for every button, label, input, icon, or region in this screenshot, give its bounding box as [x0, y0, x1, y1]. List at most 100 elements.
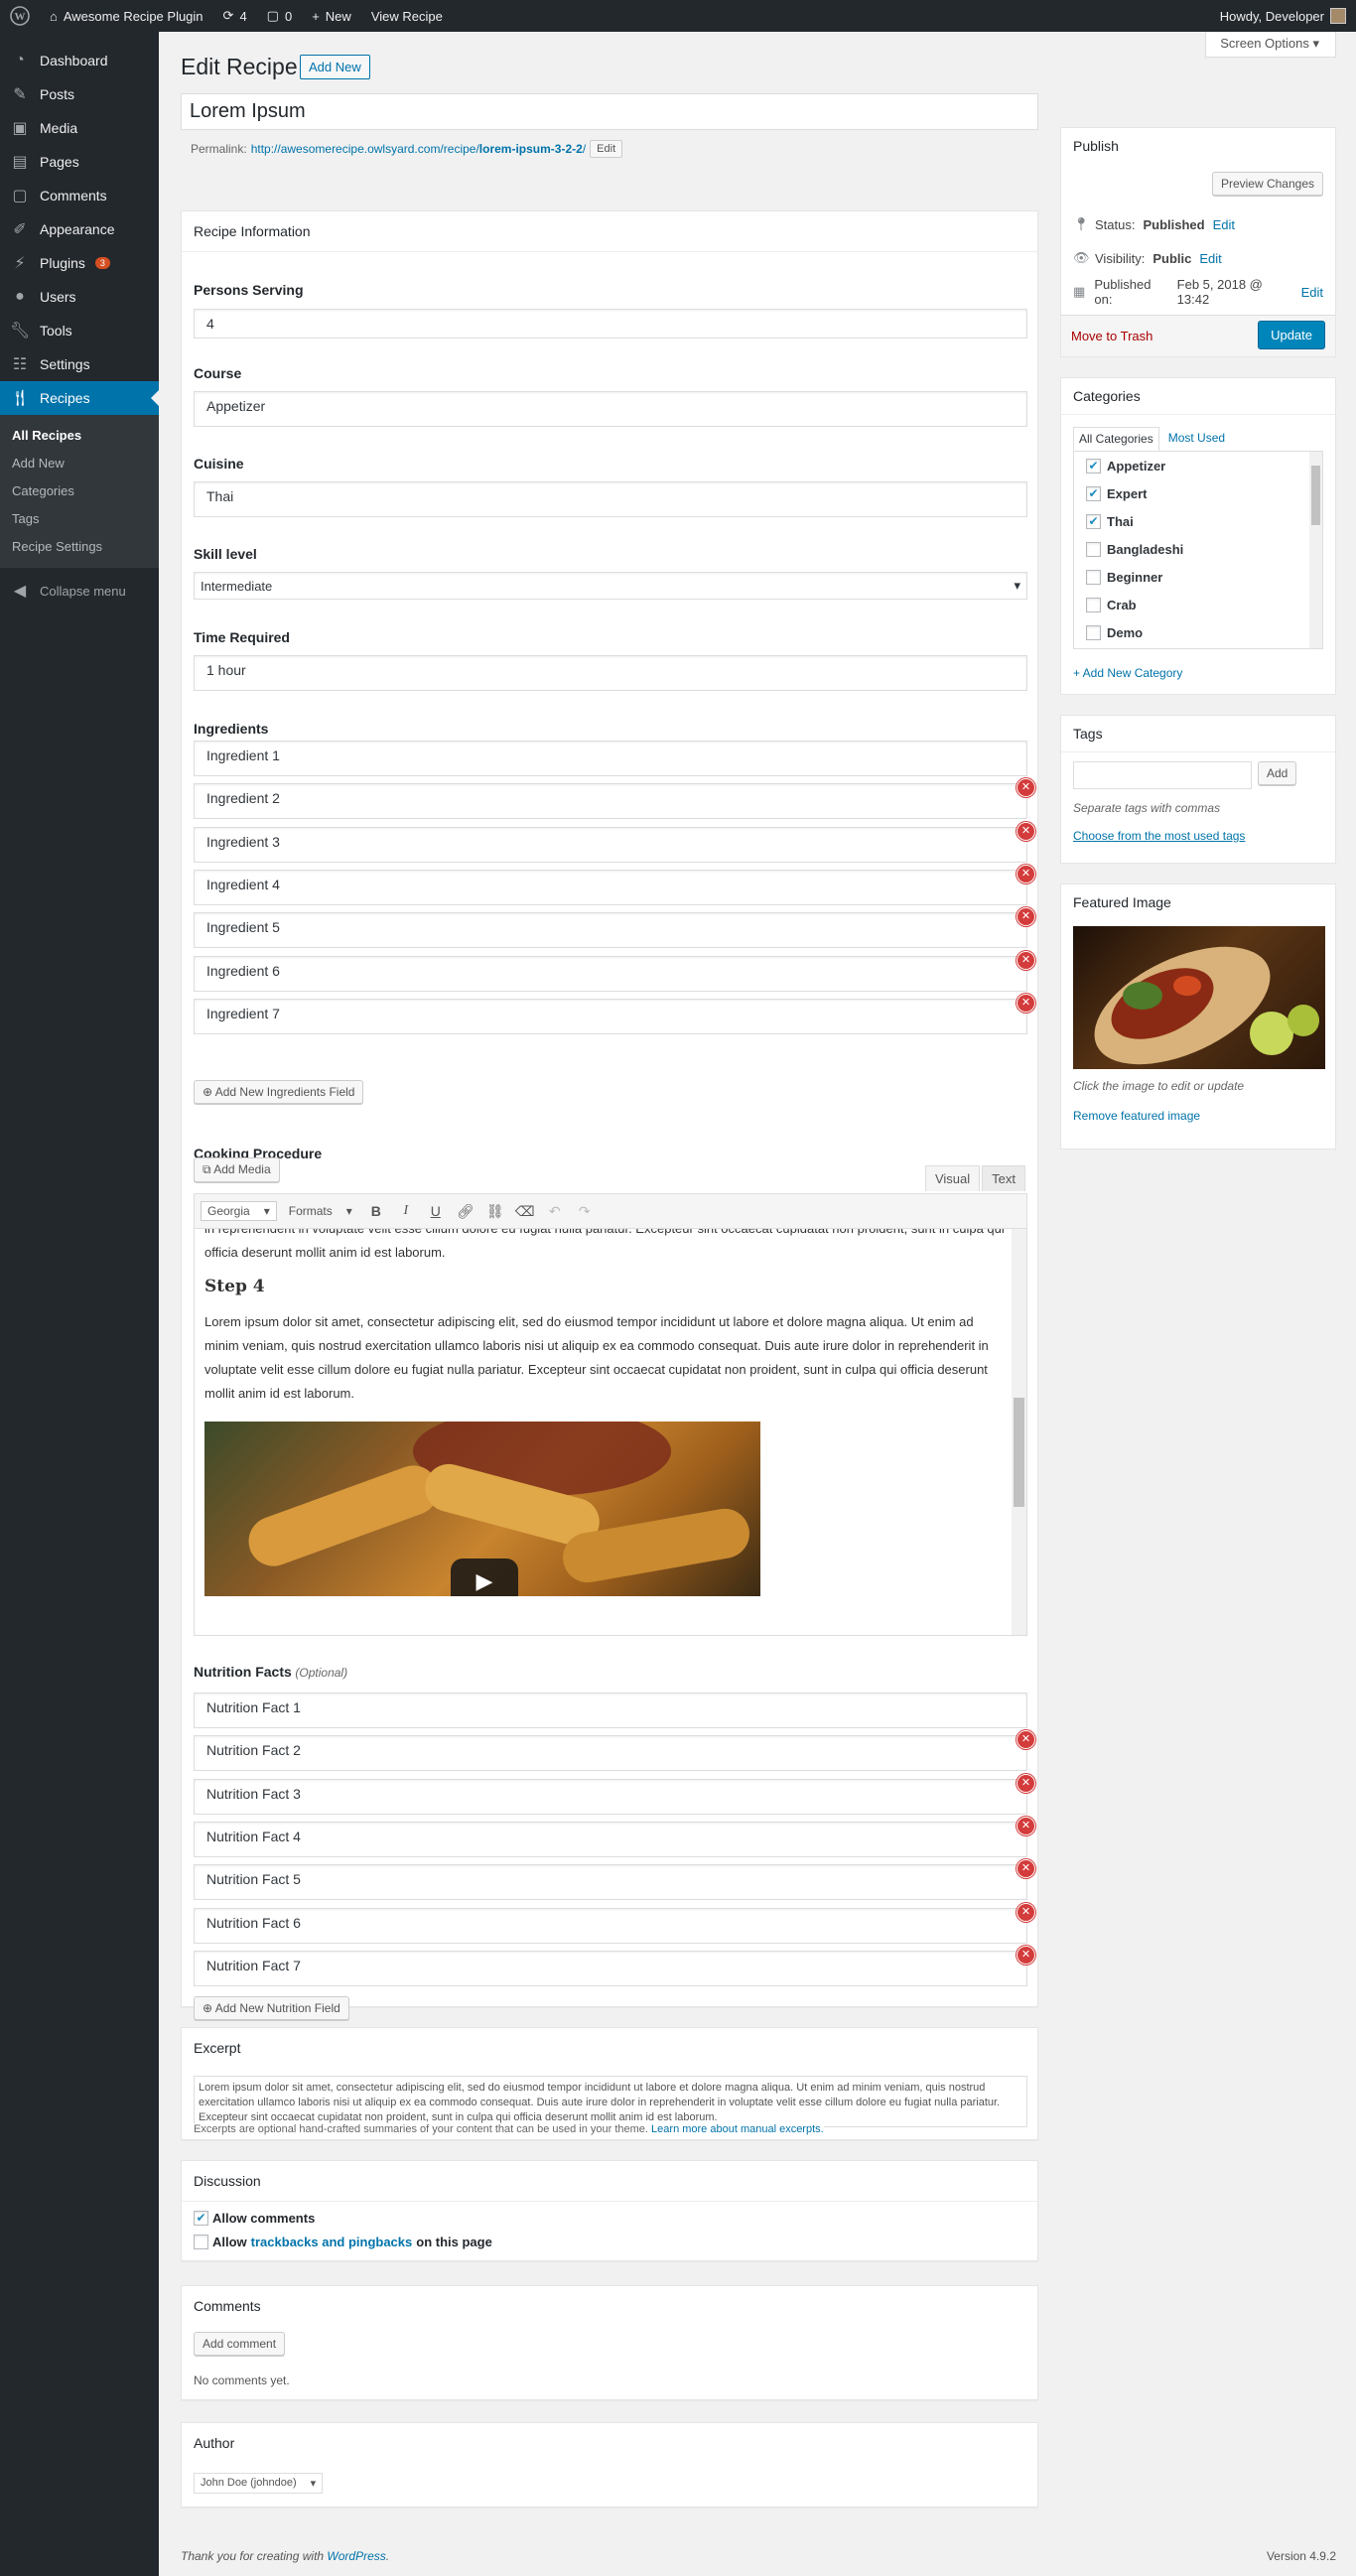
update-button[interactable]: Update: [1258, 321, 1325, 349]
remove-ingredient-icon[interactable]: ✕: [1017, 908, 1034, 926]
wordpress-link[interactable]: WordPress: [327, 2549, 385, 2563]
nutrition-fact-input[interactable]: Nutrition Fact 6: [194, 1907, 1027, 1944]
persons-serving-input[interactable]: 4: [194, 309, 1027, 339]
editor-content[interactable]: in reprehenderit in voluptate velit esse…: [194, 1229, 1027, 1636]
time-required-input[interactable]: 1 hour: [194, 655, 1027, 691]
submenu-all-recipes[interactable]: All Recipes: [0, 422, 159, 450]
comments-link[interactable]: ▢ 0: [257, 0, 303, 32]
submenu-categories[interactable]: Categories: [0, 477, 159, 505]
category-item[interactable]: Beginner: [1074, 563, 1322, 591]
remove-ingredient-icon[interactable]: ✕: [1017, 779, 1034, 797]
ingredient-input[interactable]: Ingredient 2: [194, 783, 1027, 820]
screen-options-button[interactable]: Screen Options ▾: [1205, 32, 1336, 58]
allow-pingbacks-checkbox[interactable]: [194, 2235, 208, 2249]
add-new-category-link[interactable]: + Add New Category: [1073, 666, 1182, 680]
remove-ingredient-icon[interactable]: ✕: [1017, 865, 1034, 882]
category-checkbox[interactable]: [1086, 541, 1101, 557]
remove-ingredient-icon[interactable]: ✕: [1017, 822, 1034, 840]
excerpt-textarea[interactable]: Lorem ipsum dolor sit amet, consectetur …: [194, 2076, 1027, 2127]
tab-text[interactable]: Text: [982, 1165, 1025, 1191]
redo-icon[interactable]: ↷: [573, 1203, 597, 1220]
editor-scrollbar[interactable]: [1012, 1229, 1026, 1635]
featured-image[interactable]: [1073, 926, 1325, 1069]
wordpress-logo-icon[interactable]: W: [0, 0, 40, 32]
nutrition-fact-input[interactable]: Nutrition Fact 4: [194, 1821, 1027, 1857]
nutrition-fact-input[interactable]: Nutrition Fact 2: [194, 1735, 1027, 1772]
add-new-button[interactable]: Add New: [300, 55, 370, 79]
ingredient-input[interactable]: Ingredient 4: [194, 869, 1027, 905]
category-item[interactable]: ✔ Appetizer: [1074, 452, 1322, 479]
add-media-button[interactable]: ⧉ Add Media: [194, 1157, 280, 1182]
trackbacks-link[interactable]: trackbacks and pingbacks: [251, 2235, 413, 2249]
add-ingredient-button[interactable]: ⊕ Add New Ingredients Field: [194, 1080, 364, 1104]
permalink-link[interactable]: http://awesomerecipe.owlsyard.com/recipe…: [251, 142, 586, 156]
menu-recipes[interactable]: 🍴︎ Recipes: [0, 381, 159, 415]
new-content-link[interactable]: + New: [302, 0, 361, 32]
unlink-icon[interactable]: ⛓: [483, 1203, 507, 1220]
bold-icon[interactable]: B: [364, 1203, 388, 1219]
font-family-select[interactable]: Georgia ▾: [201, 1201, 277, 1221]
ingredient-input[interactable]: Ingredient 3: [194, 826, 1027, 863]
remove-nutrition-fact-icon[interactable]: ✕: [1017, 1731, 1034, 1749]
category-checkbox[interactable]: [1086, 624, 1101, 640]
nutrition-fact-input[interactable]: Nutrition Fact 5: [194, 1864, 1027, 1901]
course-input[interactable]: Appetizer: [194, 391, 1027, 427]
menu-media[interactable]: ▣ Media: [0, 111, 159, 145]
category-checkbox[interactable]: ✔: [1086, 485, 1101, 501]
ingredient-input[interactable]: Ingredient 7: [194, 998, 1027, 1034]
add-comment-button[interactable]: Add comment: [194, 2332, 286, 2356]
menu-appearance[interactable]: ✐ Appearance: [0, 212, 159, 246]
menu-plugins[interactable]: ⚡ Plugins 3: [0, 246, 159, 280]
excerpt-learn-more-link[interactable]: Learn more about manual excerpts.: [651, 2123, 824, 2135]
choose-tags-link[interactable]: Choose from the most used tags: [1073, 829, 1245, 843]
submenu-tags[interactable]: Tags: [0, 505, 159, 533]
ingredient-input[interactable]: Ingredient 5: [194, 912, 1027, 949]
view-recipe-link[interactable]: View Recipe: [361, 0, 453, 32]
site-name-link[interactable]: ⌂ Awesome Recipe Plugin: [40, 0, 213, 32]
submenu-recipe-settings[interactable]: Recipe Settings: [0, 533, 159, 561]
menu-tools[interactable]: 🔧︎ Tools: [0, 314, 159, 347]
nutrition-fact-input[interactable]: Nutrition Fact 3: [194, 1778, 1027, 1815]
category-item[interactable]: Crab: [1074, 591, 1322, 618]
author-select[interactable]: John Doe (johndoe) ▾: [194, 2473, 324, 2494]
tags-input[interactable]: [1073, 761, 1252, 789]
remove-nutrition-fact-icon[interactable]: ✕: [1017, 1860, 1034, 1878]
category-item[interactable]: ✔ Thai: [1074, 507, 1322, 535]
menu-dashboard[interactable]: ◔ Dashboard: [0, 44, 159, 77]
remove-nutrition-fact-icon[interactable]: ✕: [1017, 1774, 1034, 1792]
menu-posts[interactable]: ✎ Posts: [0, 77, 159, 111]
allow-pingbacks-row[interactable]: Allow trackbacks and pingbacks on this pag…: [194, 2235, 492, 2249]
add-tag-button[interactable]: Add: [1258, 761, 1297, 785]
tab-visual[interactable]: Visual: [924, 1165, 981, 1191]
post-title-input[interactable]: Lorem Ipsum: [181, 93, 1038, 130]
remove-nutrition-fact-icon[interactable]: ✕: [1017, 1946, 1034, 1964]
category-checkbox[interactable]: [1086, 597, 1101, 612]
nutrition-fact-input[interactable]: Nutrition Fact 7: [194, 1950, 1027, 1986]
account-menu[interactable]: Howdy, Developer: [1210, 0, 1356, 32]
formats-select[interactable]: Formats ▾: [283, 1202, 358, 1220]
menu-comments[interactable]: ▢ Comments: [0, 179, 159, 212]
cuisine-input[interactable]: Thai: [194, 481, 1027, 517]
submenu-add-new[interactable]: Add New: [0, 450, 159, 477]
category-item[interactable]: ✔ Expert: [1074, 479, 1322, 507]
italic-icon[interactable]: I: [394, 1203, 418, 1219]
category-item[interactable]: Bangladeshi: [1074, 535, 1322, 563]
ingredient-input[interactable]: Ingredient 1: [194, 741, 1027, 776]
categories-scrollbar[interactable]: [1309, 452, 1322, 648]
skill-level-select[interactable]: Intermediate ▾: [194, 572, 1027, 600]
video-thumbnail[interactable]: ▶: [204, 1422, 760, 1596]
remove-ingredient-icon[interactable]: ✕: [1017, 951, 1034, 969]
remove-ingredient-icon[interactable]: ✕: [1017, 994, 1034, 1012]
remove-nutrition-fact-icon[interactable]: ✕: [1017, 1817, 1034, 1834]
category-checkbox[interactable]: ✔: [1086, 458, 1101, 474]
clear-formatting-icon[interactable]: ⌫: [513, 1203, 537, 1220]
remove-nutrition-fact-icon[interactable]: ✕: [1017, 1903, 1034, 1921]
allow-comments-row[interactable]: ✔ Allow comments: [194, 2211, 315, 2226]
allow-comments-checkbox[interactable]: ✔: [194, 2211, 208, 2226]
updates-link[interactable]: ⟳ 4: [213, 0, 257, 32]
remove-featured-image-link[interactable]: Remove featured image: [1073, 1109, 1200, 1123]
link-icon[interactable]: 🔗︎: [454, 1203, 477, 1220]
permalink-edit-button[interactable]: Edit: [590, 140, 623, 158]
menu-pages[interactable]: ▤ Pages: [0, 145, 159, 179]
menu-users[interactable]: ● Users: [0, 280, 159, 314]
